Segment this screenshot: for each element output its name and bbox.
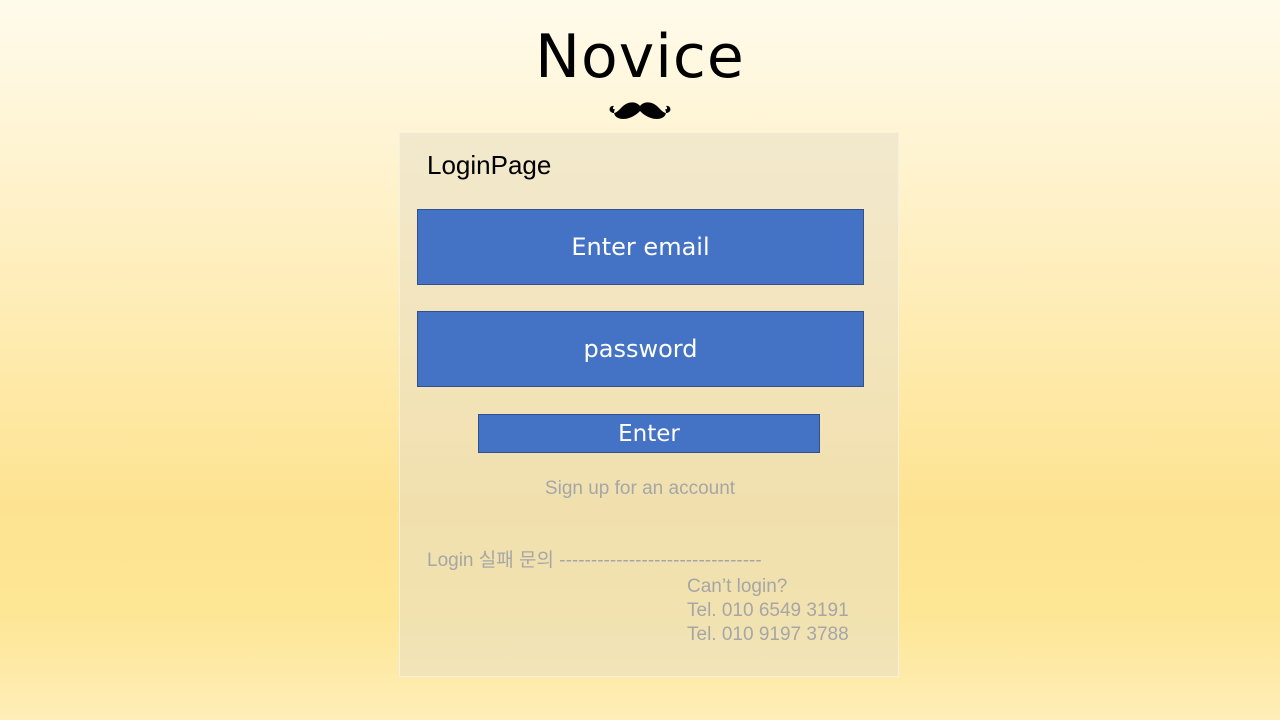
page-title: LoginPage xyxy=(427,150,552,180)
enter-button[interactable]: Enter xyxy=(478,414,820,453)
signup-link[interactable]: Sign up for an account xyxy=(400,478,880,500)
contact-info: Can’t login? Tel. 010 6549 3191 Tel. 010… xyxy=(687,575,849,647)
login-panel: LoginPage Enter email password Enter Sig… xyxy=(399,132,899,677)
phone-number-1: Tel. 010 6549 3191 xyxy=(687,600,849,621)
login-inquiry-label: Login 실패 문의 ----------------------------… xyxy=(427,550,762,571)
password-field[interactable]: password xyxy=(417,311,864,387)
phone-number-2: Tel. 010 9197 3788 xyxy=(687,624,849,645)
mustache-icon xyxy=(609,102,671,119)
brand-title: Novice xyxy=(535,22,745,92)
cant-login-text: Can’t login? xyxy=(687,576,788,597)
email-field[interactable]: Enter email xyxy=(417,209,864,285)
